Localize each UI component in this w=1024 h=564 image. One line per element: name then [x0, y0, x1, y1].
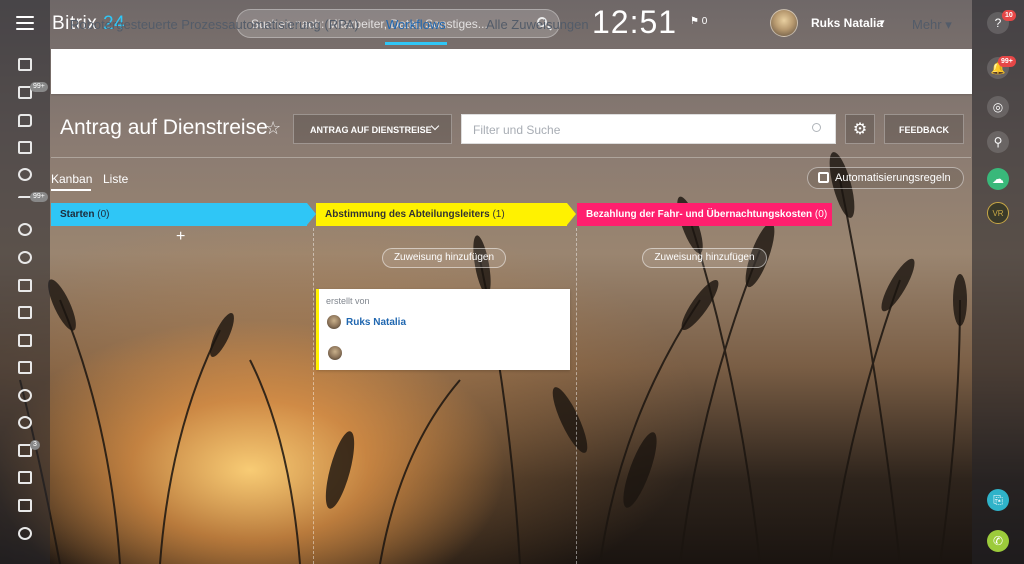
menu-icon[interactable]: [16, 16, 34, 30]
column-divider: [313, 228, 314, 564]
flag-counter[interactable]: ⚑ 0: [690, 16, 707, 27]
user-name[interactable]: Ruks Natalia: [811, 16, 883, 30]
chevron-down-icon[interactable]: ▾: [880, 17, 885, 28]
card-author[interactable]: Ruks Natalia: [346, 317, 406, 328]
column-arrow: [567, 203, 576, 225]
tab-more[interactable]: Mehr ▾: [912, 17, 952, 33]
active-tab-indicator: [385, 42, 447, 45]
phone-icon[interactable]: [18, 389, 32, 402]
clock[interactable]: 12:51: [592, 4, 677, 41]
avatar[interactable]: [328, 346, 342, 360]
search-icon[interactable]: ⚲: [987, 131, 1009, 153]
created-by-label: erstellt von: [326, 296, 370, 306]
open-lines-icon[interactable]: ⎘: [987, 489, 1009, 511]
process-type-select[interactable]: ANTRAG AUF DIENSTREISE: [293, 114, 452, 144]
chat-icon[interactable]: ◎: [987, 96, 1009, 118]
window-icon[interactable]: [18, 499, 32, 512]
tab-all-assignments[interactable]: Alle Zuweisungen: [486, 17, 589, 32]
store-icon[interactable]: [18, 471, 32, 484]
robot-icon: [818, 172, 829, 183]
moon-icon[interactable]: [18, 251, 32, 264]
help-badge: 10: [1002, 10, 1016, 21]
cart-badge: 3: [30, 440, 40, 450]
phone-icon[interactable]: ✆: [987, 530, 1009, 552]
search-icon[interactable]: [812, 123, 821, 132]
tab-rpa[interactable]: Robotergesteuerte Prozessautomatisierung…: [70, 17, 359, 32]
apps-icon[interactable]: [18, 279, 32, 292]
feed-icon[interactable]: [18, 58, 32, 71]
star-icon[interactable]: ☆: [265, 118, 281, 139]
avatar[interactable]: [770, 9, 798, 37]
mail-icon[interactable]: [18, 361, 32, 374]
filter-search-input[interactable]: Filter und Suche: [461, 114, 836, 144]
notifications-badge: 99+: [998, 56, 1016, 67]
filter-badge: 99+: [30, 192, 48, 202]
tab-workflows[interactable]: Workflows: [386, 17, 446, 32]
chat-icon[interactable]: [18, 114, 32, 127]
active-view-indicator: [51, 189, 91, 191]
avatar[interactable]: [327, 315, 341, 329]
divider: [51, 157, 971, 158]
cloud-icon[interactable]: ☁: [987, 168, 1009, 190]
tabs-bar: [51, 49, 972, 94]
tasks-badge: 99+: [30, 82, 48, 92]
feedback-button[interactable]: FEEDBACK: [884, 114, 964, 144]
right-sidebar: [972, 0, 1024, 564]
column-arrow: [307, 203, 316, 225]
view-list[interactable]: Liste: [103, 172, 128, 186]
time-icon[interactable]: [18, 223, 32, 236]
add-assignment-button[interactable]: Zuweisung hinzufügen: [382, 248, 506, 268]
inbox-icon[interactable]: [18, 334, 32, 347]
view-kanban[interactable]: Kanban: [51, 172, 92, 186]
automation-rules-button[interactable]: Automatisierungsregeln: [807, 167, 964, 189]
add-assignment-button[interactable]: Zuweisung hinzufügen: [642, 248, 767, 268]
sync-icon[interactable]: [18, 527, 32, 540]
column-header-approval[interactable]: Abstimmung des Abteilungsleiters (1): [316, 203, 567, 226]
column-divider: [576, 228, 577, 564]
company-logo[interactable]: VR: [987, 202, 1009, 224]
settings-button[interactable]: ⚙: [845, 114, 875, 144]
kanban-card[interactable]: erstellt von Ruks Natalia: [316, 289, 570, 370]
calendar-icon[interactable]: [18, 141, 32, 154]
employees-icon[interactable]: [18, 168, 32, 181]
page-title: Antrag auf Dienstreise: [60, 116, 268, 139]
contact-icon[interactable]: [18, 306, 32, 319]
add-item-icon[interactable]: +: [176, 228, 185, 246]
column-header-payment[interactable]: Bezahlung der Fahr- und Übernachtungskos…: [577, 203, 832, 226]
target-icon[interactable]: [18, 416, 32, 429]
column-header-start[interactable]: Starten (0): [51, 203, 307, 226]
